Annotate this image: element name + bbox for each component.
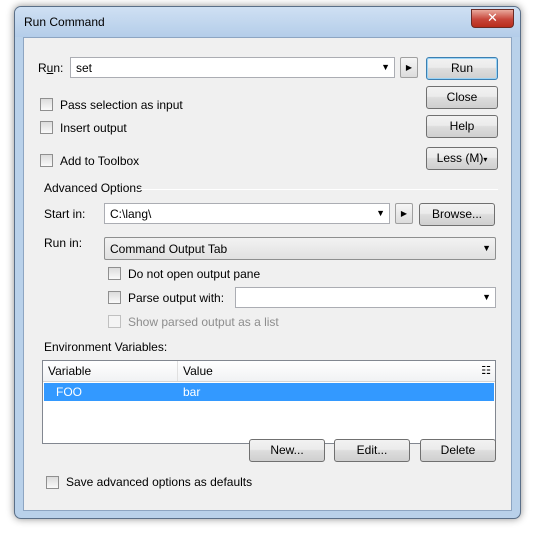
- window-title: Run Command: [24, 15, 105, 29]
- run-button[interactable]: Run: [426, 57, 498, 80]
- column-header-variable[interactable]: Variable: [48, 364, 91, 378]
- run-in-select[interactable]: Command Output Tab ▼: [104, 237, 496, 260]
- double-chevron-down-icon: ▾: [483, 155, 488, 164]
- save-defaults-checkbox[interactable]: [46, 476, 59, 489]
- run-command-value: set: [76, 61, 93, 75]
- parse-output-combo[interactable]: ▼: [235, 287, 496, 308]
- save-defaults-label: Save advanced options as defaults: [66, 475, 253, 489]
- window-close-button[interactable]: ✕: [471, 9, 514, 28]
- dialog-body: Run: set ▼ ▶ Run Close Help Less (M)▾ Pa…: [23, 37, 512, 511]
- do-not-open-pane-label: Do not open output pane: [128, 267, 261, 281]
- parse-output-checkbox[interactable]: [108, 291, 121, 304]
- table-row[interactable]: FOO bar: [44, 383, 494, 401]
- less-button-label: Less (M): [436, 151, 484, 165]
- arrow-right-icon: ▶: [405, 63, 413, 72]
- new-env-button[interactable]: New...: [249, 439, 325, 462]
- column-divider[interactable]: [177, 361, 178, 381]
- arrow-right-icon: ▶: [400, 209, 408, 218]
- delete-env-button[interactable]: Delete: [420, 439, 496, 462]
- chevron-down-icon[interactable]: ▼: [482, 243, 491, 253]
- env-variable-cell: FOO: [56, 385, 82, 399]
- env-vars-label: Environment Variables:: [44, 340, 168, 354]
- advanced-options-heading: Advanced Options: [44, 181, 143, 195]
- insert-output-label: Insert output: [60, 121, 127, 135]
- edit-env-button[interactable]: Edit...: [334, 439, 410, 462]
- run-command-combo[interactable]: set ▼: [70, 57, 395, 78]
- env-vars-list[interactable]: Variable Value ☷ FOO bar: [42, 360, 496, 444]
- pass-selection-checkbox[interactable]: [40, 98, 53, 111]
- insert-output-checkbox[interactable]: [40, 121, 53, 134]
- start-in-combo[interactable]: C:\lang\ ▼: [104, 203, 390, 224]
- run-in-label: Run in:: [44, 236, 83, 250]
- start-in-label: Start in:: [44, 207, 86, 221]
- run-insert-arrow-button[interactable]: ▶: [400, 57, 418, 78]
- advanced-options-divider: [136, 189, 498, 190]
- less-button[interactable]: Less (M)▾: [426, 147, 498, 170]
- column-chooser-icon[interactable]: ☷: [481, 364, 491, 377]
- run-command-dialog: Run Command ✕ Run: set ▼ ▶ Run Close Hel…: [14, 6, 521, 519]
- close-button[interactable]: Close: [426, 86, 498, 109]
- add-to-toolbox-label: Add to Toolbox: [60, 154, 140, 168]
- show-parsed-list-label: Show parsed output as a list: [128, 315, 279, 329]
- help-button[interactable]: Help: [426, 115, 498, 138]
- show-parsed-list-checkbox[interactable]: [108, 315, 121, 328]
- close-icon: ✕: [487, 10, 498, 25]
- start-in-arrow-button[interactable]: ▶: [395, 203, 413, 224]
- title-bar[interactable]: Run Command ✕: [15, 7, 520, 37]
- chevron-down-icon[interactable]: ▼: [482, 292, 491, 302]
- column-header-value[interactable]: Value: [183, 364, 213, 378]
- add-to-toolbox-checkbox[interactable]: [40, 154, 53, 167]
- run-label: Run:: [38, 61, 64, 75]
- run-in-value: Command Output Tab: [110, 242, 228, 256]
- parse-output-label: Parse output with:: [128, 291, 225, 305]
- start-in-value: C:\lang\: [110, 207, 152, 221]
- env-vars-header: Variable Value ☷: [43, 361, 495, 382]
- chevron-down-icon[interactable]: ▼: [376, 208, 385, 218]
- pass-selection-label: Pass selection as input: [60, 98, 183, 112]
- do-not-open-pane-checkbox[interactable]: [108, 267, 121, 280]
- browse-button[interactable]: Browse...: [419, 203, 495, 226]
- chevron-down-icon[interactable]: ▼: [381, 62, 390, 72]
- env-value-cell: bar: [183, 385, 201, 399]
